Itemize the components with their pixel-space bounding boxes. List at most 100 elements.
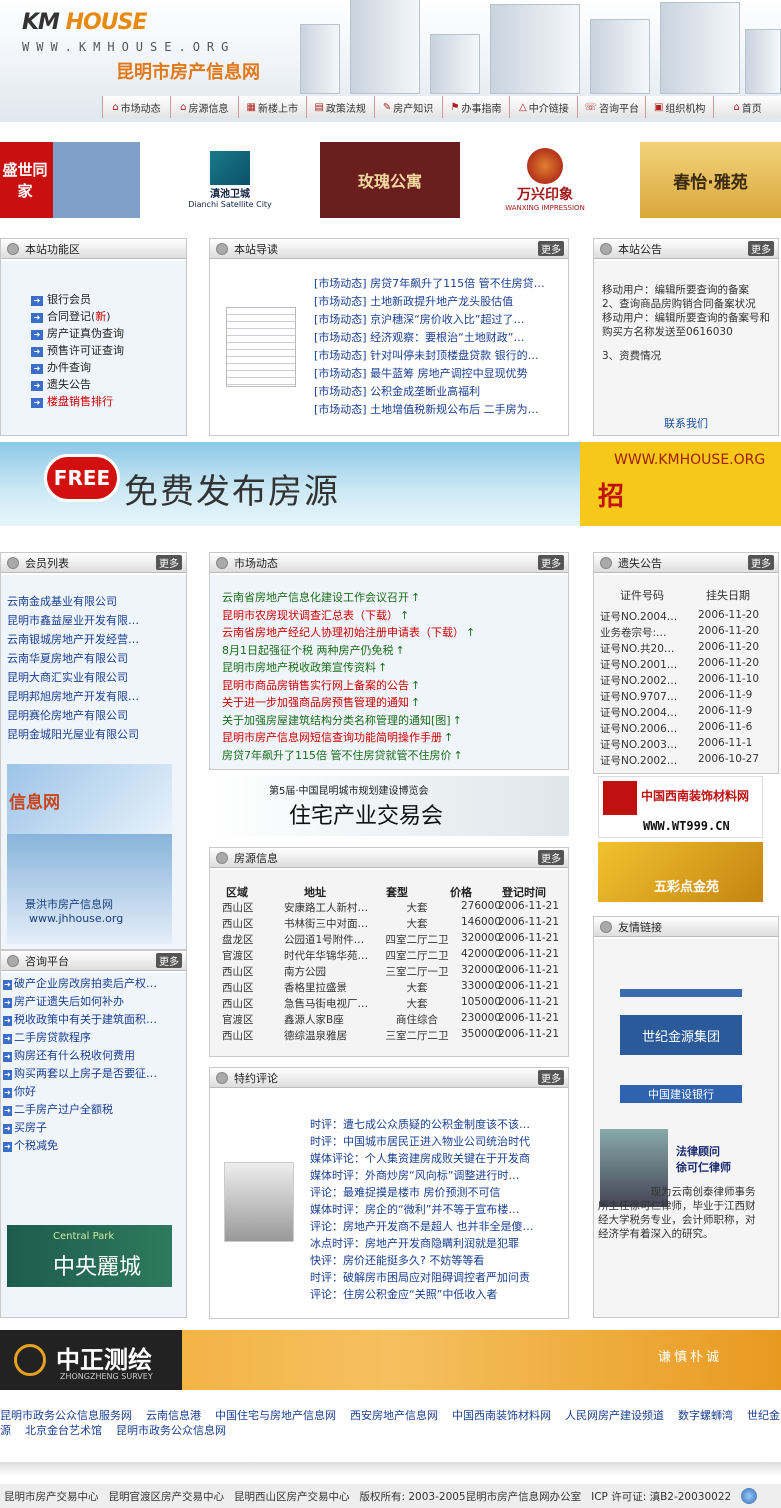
nav-item-guide[interactable]: ⚑ 办事指南 xyxy=(441,96,510,118)
consult-item[interactable]: ➜ 破产企业房改房拍卖后产权… xyxy=(3,975,183,991)
market-item[interactable]: 8月1日起强征个税 两种房产仍免税 ↑ xyxy=(222,642,562,658)
table-cell[interactable]: 南方公园 xyxy=(284,964,380,979)
lost-cert-no[interactable]: 证号NO.2002… xyxy=(600,753,686,768)
recruit-banner[interactable]: WWW.KMHOUSE.ORG 招 xyxy=(580,442,781,526)
func-item[interactable]: ➜ 房产证真伪查询 xyxy=(31,325,124,341)
friend-link[interactable]: 昆明市政务公众信息服务网 xyxy=(0,1409,132,1422)
more-button[interactable]: 更多 xyxy=(538,241,564,256)
comment-item[interactable]: 时评：破解房市困局应对阻碍调控者严加问责 xyxy=(310,1269,564,1285)
guide-item[interactable]: [市场动态] 房贷7年飙升了115倍 管不住房贷… xyxy=(314,275,564,291)
member-item[interactable]: 昆明市鑫益屋业开发有限… xyxy=(7,612,183,628)
nav-item-knowledge[interactable]: ✎ 房产知识 xyxy=(373,96,442,118)
more-button[interactable]: 更多 xyxy=(538,1070,564,1085)
table-cell[interactable]: 公园道1号附件… xyxy=(284,932,380,947)
link-ccb[interactable]: 中国建设银行 xyxy=(620,1085,742,1103)
lost-cert-no[interactable]: 证号NO.共20… xyxy=(600,641,686,656)
friend-link[interactable]: 数字螺蛳湾 xyxy=(678,1409,733,1422)
market-item[interactable]: 房贷7年飙升了115倍 管不住房贷就管不住房价 ↑ xyxy=(222,747,562,763)
link-jinyuan[interactable]: 世纪金源集团 xyxy=(620,1015,742,1055)
nav-item-consult[interactable]: ☏ 咨询平台 xyxy=(577,96,646,118)
consult-item[interactable]: ➜ 购房还有什么税收何费用 xyxy=(3,1047,183,1063)
free-listing-banner[interactable]: FREE 免费发布房源 xyxy=(0,442,580,526)
lost-cert-no[interactable]: 证号NO.2003… xyxy=(600,737,686,752)
comment-item[interactable]: 快评：房价还能挺多久? 不妨等等看 xyxy=(310,1252,564,1268)
comment-item[interactable]: 媒体时评：外商炒房“风向标”调整进行时… xyxy=(310,1167,564,1183)
comment-item[interactable]: 时评：中国城市居民正进入物业公司统治时代 xyxy=(310,1133,564,1149)
nav-item-home[interactable]: ⌂ 首页 xyxy=(713,96,781,118)
ad-dianchi[interactable]: 滇池卫城 Dianchi Satellite City xyxy=(170,142,290,218)
more-button[interactable]: 更多 xyxy=(156,953,182,968)
ad-central-park[interactable]: Central Park 中央麗城 xyxy=(7,1225,172,1287)
lost-cert-no[interactable]: 证号NO.2001… xyxy=(600,657,686,672)
globe-icon[interactable] xyxy=(741,1488,758,1504)
market-item[interactable]: 云南省房地产经纪人协理初始注册申请表（下载） ↑ xyxy=(222,624,562,640)
table-cell[interactable]: 急售马街电视厂… xyxy=(284,996,380,1011)
table-cell[interactable]: 香格里拉盛景 xyxy=(284,980,380,995)
market-item[interactable]: 昆明市商品房销售实行网上备案的公告 ↑ xyxy=(222,677,562,693)
guide-item[interactable]: [市场动态] 针对叫停未封顶楼盘贷款 银行的… xyxy=(314,347,564,363)
lost-cert-no[interactable]: 业务卷宗号:… xyxy=(600,625,686,640)
market-item[interactable]: 云南省房地产信息化建设工作会议召开 ↑ xyxy=(222,589,562,605)
func-item[interactable]: ➜ 办件查询 xyxy=(31,359,91,375)
ad-wucai[interactable]: 五彩点金苑 xyxy=(598,842,763,902)
friend-link[interactable]: 云南信息港 xyxy=(146,1409,201,1422)
nav-item-policy[interactable]: ▤ 政策法规 xyxy=(305,96,374,118)
more-button[interactable]: 更多 xyxy=(748,555,774,570)
friend-link[interactable]: 西安房地产信息网 xyxy=(350,1409,438,1422)
table-cell[interactable]: 德综温泉雅居 xyxy=(284,1028,380,1043)
ad-jinghong[interactable]: 景洪市房产信息网 www.jhhouse.org xyxy=(7,834,172,944)
consult-item[interactable]: ➜ 税收政策中有关于建筑面积… xyxy=(3,1011,183,1027)
guide-item[interactable]: [市场动态] 公积金成垄断业高福利 xyxy=(314,383,564,399)
consult-item[interactable]: ➜ 个税减免 xyxy=(3,1137,183,1153)
table-cell[interactable]: 鑫源人家B座 xyxy=(284,1012,380,1027)
member-item[interactable]: 昆明赛伦房地产有限公司 xyxy=(7,707,183,723)
ad-chunyi[interactable]: 春怡·雅苑 xyxy=(640,142,781,218)
guide-item[interactable]: [市场动态] 经济观察：要根治“土地财政”… xyxy=(314,329,564,345)
nav-item-org[interactable]: ▣ 组织机构 xyxy=(645,96,714,118)
func-item[interactable]: ➜ 银行会员 xyxy=(31,291,91,307)
more-button[interactable]: 更多 xyxy=(538,850,564,865)
member-item[interactable]: 昆明邦旭房地产开发有限… xyxy=(7,688,183,704)
friend-link[interactable]: 中国住宅与房地产信息网 xyxy=(215,1409,336,1422)
table-cell[interactable]: 时代年华锦华苑… xyxy=(284,948,380,963)
guide-item[interactable]: [市场动态] 土地增值税新规公布后 二手房为… xyxy=(314,401,564,417)
link-logo[interactable] xyxy=(620,989,742,997)
guide-item[interactable]: [市场动态] 土地新政提升地产龙头股估值 xyxy=(314,293,564,309)
comment-item[interactable]: 评论：最难捉摸是楼市 房价预测不可信 xyxy=(310,1184,564,1200)
func-item[interactable]: ➜ 预售许可证查询 xyxy=(31,342,124,358)
nav-item-agency[interactable]: △ 中介链接 xyxy=(509,96,578,118)
friend-link[interactable]: 北京金台艺术馆 xyxy=(25,1424,102,1437)
nav-item-listings[interactable]: ⌂ 房源信息 xyxy=(169,96,238,118)
lost-cert-no[interactable]: 证号NO.2006… xyxy=(600,721,686,736)
market-item[interactable]: 昆明市房产信息网短信查询功能简明操作手册 ↑ xyxy=(222,729,562,745)
comment-item[interactable]: 时评：遭七成公众质疑的公积金制度该不该… xyxy=(310,1116,564,1132)
func-item[interactable]: ➜ 遗失公告 xyxy=(31,376,91,392)
friend-link[interactable]: 昆明市政务公众信息网 xyxy=(116,1424,226,1437)
more-button[interactable]: 更多 xyxy=(156,555,182,570)
comment-item[interactable]: 评论：住房公积金应“关照”中低收入者 xyxy=(310,1286,564,1302)
member-item[interactable]: 昆明金城阳光屋业有限公司 xyxy=(7,726,183,742)
consult-item[interactable]: ➜ 买房子 xyxy=(3,1119,183,1135)
func-item[interactable]: ➜ 楼盘销售排行 xyxy=(31,393,113,409)
expo-banner[interactable]: 第5届·中国昆明城市规划建设博览会 住宅产业交易会 xyxy=(209,776,569,836)
lost-cert-no[interactable]: 证号NO.9707… xyxy=(600,689,686,704)
table-cell[interactable]: 安康路工人新村… xyxy=(284,900,380,915)
ad-wanxing[interactable]: 万兴印象 WANXING IMPRESSION xyxy=(490,142,600,218)
ad-rose[interactable]: 玫瑰公寓 xyxy=(320,142,460,218)
table-cell[interactable]: 书林街三中对面… xyxy=(284,916,380,931)
guide-item[interactable]: [市场动态] 最牛蓝筹 房地产调控中显现优势 xyxy=(314,365,564,381)
nav-item-market[interactable]: ⌂ 市场动态 xyxy=(102,96,170,118)
lost-cert-no[interactable]: 证号NO.2004… xyxy=(600,705,686,720)
market-item[interactable]: 关于进一步加强商品房预售管理的通知 ↑ xyxy=(222,694,562,710)
member-item[interactable]: 昆明大商汇实业有限公司 xyxy=(7,669,183,685)
consult-item[interactable]: ➜ 二手房贷款程序 xyxy=(3,1029,183,1045)
comment-item[interactable]: 媒体时评：房企的“微利”并不等于宣布楼… xyxy=(310,1201,564,1217)
consult-item[interactable]: ➜ 购买两套以上房子是否要征… xyxy=(3,1065,183,1081)
guide-item[interactable]: [市场动态] 京沪穗深“房价收入比”超过了… xyxy=(314,311,564,327)
consult-item[interactable]: ➜ 二手房产过户全额税 xyxy=(3,1101,183,1117)
zhongzheng-banner[interactable]: 中正测绘 ZHONGZHENG SURVEY 谦慎朴诚 xyxy=(0,1330,781,1390)
member-item[interactable]: 云南银城房地产开发经营… xyxy=(7,631,183,647)
comment-item[interactable]: 评论：房地产开发商不是超人 也并非全是傻… xyxy=(310,1218,564,1234)
friend-link[interactable]: 中国西南装饰材料网 xyxy=(452,1409,551,1422)
ad-decor-material[interactable]: 中国西南装饰材料网 WWW.WT999.CN xyxy=(598,776,763,838)
